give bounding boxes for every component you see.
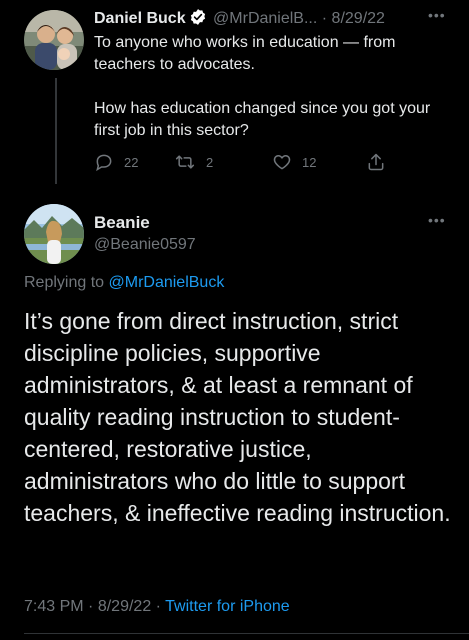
- parent-tweet-text: To anyone who works in education — from …: [94, 32, 454, 142]
- reply-button[interactable]: 22: [94, 152, 138, 172]
- tweet-paragraph: To anyone who works in education — from …: [94, 34, 396, 73]
- tweet-date[interactable]: 8/29/22: [332, 10, 385, 27]
- share-button[interactable]: [366, 152, 396, 172]
- tweet-source-link[interactable]: Twitter for iPhone: [165, 598, 290, 615]
- author-name[interactable]: Beanie: [94, 212, 196, 234]
- share-icon: [368, 153, 384, 171]
- avatar-daniel-buck[interactable]: [24, 10, 84, 70]
- verified-badge-icon: [189, 8, 207, 32]
- retweet-count: 2: [206, 154, 214, 170]
- more-horizontal-icon[interactable]: •••: [428, 213, 446, 227]
- replying-to-label: Replying to: [24, 274, 105, 291]
- reply-icon: [96, 154, 112, 172]
- retweet-icon: [175, 155, 195, 169]
- like-count: 12: [302, 154, 317, 170]
- author-name[interactable]: Daniel Buck: [94, 10, 186, 27]
- replying-to-line: Replying to @MrDanielBuck: [24, 274, 224, 292]
- retweet-button[interactable]: 2: [174, 152, 213, 172]
- more-horizontal-icon[interactable]: •••: [428, 8, 446, 22]
- parent-tweet-header: Daniel Buck @MrDanielB... · 8/29/22: [94, 8, 444, 32]
- replying-to-handle-link[interactable]: @MrDanielBuck: [109, 274, 225, 291]
- heart-icon: [273, 155, 291, 170]
- reply-tweet-header: Beanie @Beanie0597: [94, 212, 196, 256]
- reply-count: 22: [124, 154, 139, 170]
- tweet-time[interactable]: 7:43 PM: [24, 598, 84, 615]
- avatar-beanie[interactable]: [24, 204, 84, 264]
- tweet-paragraph: How has education changed since you got …: [94, 100, 431, 139]
- author-handle[interactable]: @Beanie0597: [94, 234, 196, 256]
- separator-dot: ·: [155, 598, 161, 615]
- divider: [24, 633, 469, 634]
- separator-dot: ·: [321, 10, 328, 27]
- tweet-date[interactable]: 8/29/22: [98, 598, 151, 615]
- reply-tweet-text: It’s gone from direct instruction, stric…: [24, 308, 451, 526]
- author-handle[interactable]: @MrDanielB...: [213, 10, 317, 27]
- separator-dot: ·: [88, 598, 94, 615]
- thread-connector-line: [55, 78, 57, 184]
- tweet-metadata: 7:43 PM · 8/29/22 · Twitter for iPhone: [24, 598, 290, 616]
- tweet-action-bar: 22 2 12: [94, 152, 394, 176]
- like-button[interactable]: 12: [272, 152, 316, 172]
